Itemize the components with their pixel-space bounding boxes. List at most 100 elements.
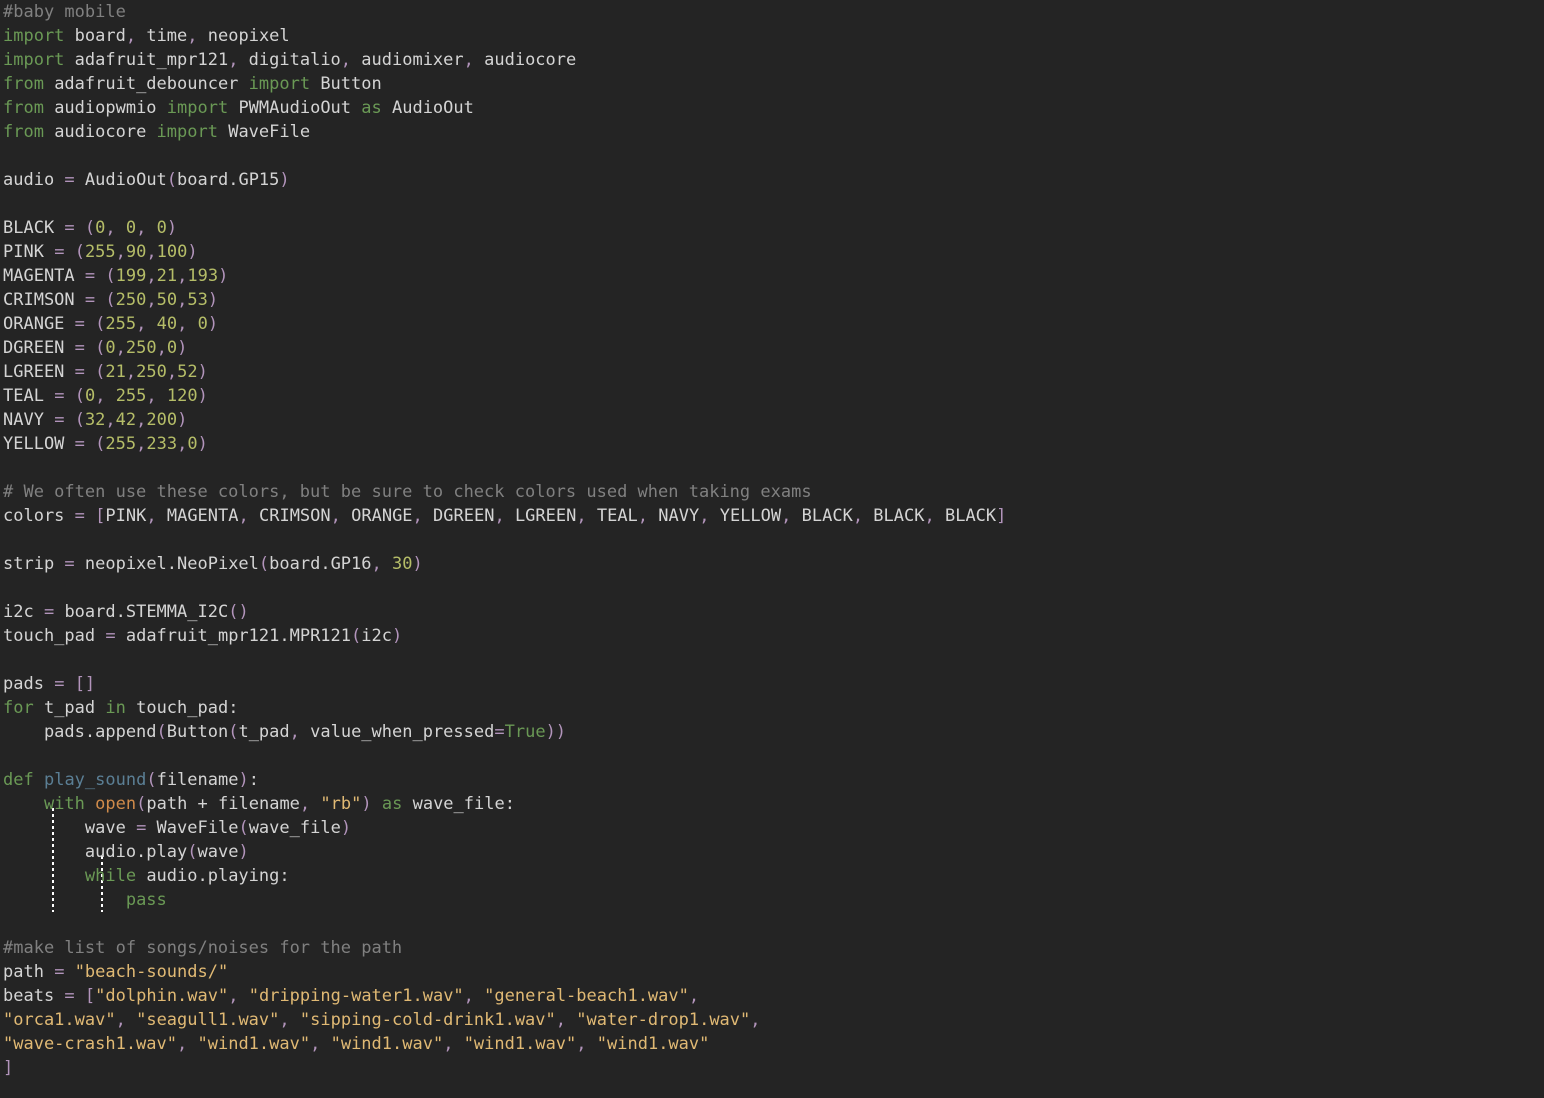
code-line[interactable]: from adafruit_debouncer import Button [3,72,1544,96]
code-line[interactable]: import board, time, neopixel [3,24,1544,48]
code-token: "orca1.wav" [3,1010,116,1030]
code-line[interactable]: from audiocore import WaveFile [3,120,1544,144]
code-token: 0 [105,338,116,358]
code-line[interactable]: with open(path + filename, "rb") as wave… [3,792,1544,816]
code-line[interactable]: MAGENTA = (199,21,193) [3,264,1544,288]
code-line[interactable]: pads = [] [3,672,1544,696]
code-token: , [371,554,382,574]
code-token: "wind1.wav" [330,1034,444,1054]
code-token: ( [228,722,239,742]
code-line[interactable]: TEAL = (0, 255, 120) [3,384,1544,408]
code-line[interactable]: DGREEN = (0,250,0) [3,336,1544,360]
code-token: from [3,74,44,94]
code-token: in [105,698,126,718]
code-token: filename [156,770,239,790]
code-token: = [64,218,75,238]
code-line[interactable]: LGREEN = (21,250,52) [3,360,1544,384]
code-content[interactable]: #baby mobile import board, time, neopixel… [0,0,1544,1080]
code-token: ) [391,626,403,646]
code-line[interactable]: ​ [3,648,1544,672]
code-token: ORANGE [340,506,413,526]
code-line[interactable]: "wave-crash1.wav", "wind1.wav", "wind1.w… [3,1032,1544,1056]
code-token: ) [166,218,178,238]
code-line[interactable]: import adafruit_mpr121, digitalio, audio… [3,48,1544,72]
code-token: 255 [84,242,116,262]
code-token: 0 [84,386,96,406]
code-token: ( [238,818,249,838]
code-line[interactable]: from audiopwmio import PWMAudioOut as Au… [3,96,1544,120]
code-token: ) [197,362,208,382]
code-token: pads.append [3,722,157,742]
code-token: , [299,794,311,814]
code-token: 200 [146,410,178,430]
code-token: , [125,362,137,382]
code-line[interactable]: CRIMSON = (250,50,53) [3,288,1544,312]
code-token: ) [238,770,249,790]
code-token: play_sound [43,770,147,790]
code-token: , [228,50,239,70]
code-token: ( [146,770,157,790]
code-line[interactable]: audio = AudioOut(board.GP15) [3,168,1544,192]
code-line[interactable]: pads.append(Button(t_pad, value_when_pre… [3,720,1544,744]
code-token: = [54,962,65,982]
code-token: ORANGE [3,314,75,334]
code-token: "seagull1.wav" [136,1010,280,1030]
code-line[interactable]: ​ [3,912,1544,936]
code-token: "water-drop1.wav" [576,1010,751,1030]
code-line[interactable]: #baby mobile [3,0,1544,24]
code-line[interactable]: ​ [3,192,1544,216]
code-token: , [136,410,147,430]
code-token: 250 [136,362,167,382]
code-token: , [136,218,147,238]
code-line[interactable]: # We often use these colors, but be sure… [3,480,1544,504]
code-token: True [504,722,546,742]
code-line[interactable]: ] [3,1056,1544,1080]
code-line[interactable]: path = "beach-sounds/" [3,960,1544,984]
code-line[interactable]: wave = WaveFile(wave_file) [3,816,1544,840]
code-token: ( [351,626,362,646]
code-token: NAVY [3,410,55,430]
code-token: YELLOW [3,434,75,454]
code-token: import [156,122,218,142]
code-line[interactable]: ​ [3,576,1544,600]
code-line[interactable]: ​ [3,744,1544,768]
code-token: DGREEN [3,338,75,358]
code-line[interactable]: strip = neopixel.NeoPixel(board.GP16, 30… [3,552,1544,576]
code-line[interactable]: i2c = board.STEMMA_I2C() [3,600,1544,624]
code-editor[interactable]: #baby mobile import board, time, neopixel… [0,0,1544,1098]
code-token: ) [279,170,290,190]
code-line[interactable]: for t_pad in touch_pad: [3,696,1544,720]
code-line[interactable]: pass [3,888,1544,912]
code-token: , [310,1034,321,1054]
code-token: PWMAudioOut [228,98,362,118]
code-token: from [3,98,44,118]
code-token: = [64,986,75,1006]
code-line[interactable]: touch_pad = adafruit_mpr121.MPR121(i2c) [3,624,1544,648]
code-token: i2c [361,626,392,646]
code-line[interactable]: def play_sound(filename): [3,768,1544,792]
code-token: #make list of songs/noises for the path [3,938,403,958]
code-line[interactable]: ​ [3,528,1544,552]
code-line[interactable]: YELLOW = (255,233,0) [3,432,1544,456]
code-line[interactable]: BLACK = (0, 0, 0) [3,216,1544,240]
code-line[interactable]: colors = [PINK, MAGENTA, CRIMSON, ORANGE… [3,504,1544,528]
code-line[interactable]: PINK = (255,90,100) [3,240,1544,264]
code-line[interactable]: ​ [3,144,1544,168]
code-token: , [924,506,935,526]
code-token: neopixel [197,26,290,46]
code-line[interactable]: audio.play(wave) [3,840,1544,864]
code-line[interactable]: while audio.playing: [3,864,1544,888]
code-token: t_pad [33,698,106,718]
code-line[interactable]: "orca1.wav", "seagull1.wav", "sipping-co… [3,1008,1544,1032]
code-line[interactable]: ​ [3,456,1544,480]
code-line[interactable]: beats = ["dolphin.wav", "dripping-water1… [3,984,1544,1008]
code-line[interactable]: #make list of songs/noises for the path [3,936,1544,960]
code-line[interactable]: ORANGE = (255, 40, 0) [3,312,1544,336]
code-token: # We often use these colors, but be sure… [3,482,812,502]
code-line[interactable]: NAVY = (32,42,200) [3,408,1544,432]
